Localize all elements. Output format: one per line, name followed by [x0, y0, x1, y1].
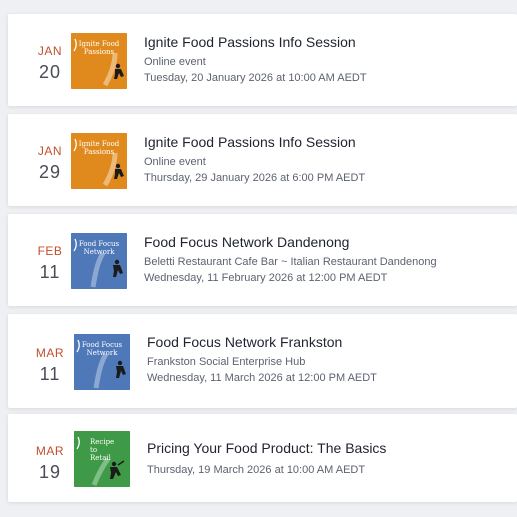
event-day: 29	[38, 162, 62, 182]
event-day: 20	[38, 62, 62, 82]
event-location: Beletti Restaurant Cafe Bar ~ Italian Re…	[144, 256, 437, 268]
event-day: 11	[39, 364, 61, 384]
event-month: FEB	[37, 244, 63, 258]
event-title[interactable]: Food Focus Network Dandenong	[144, 234, 437, 251]
event-location: Online event	[144, 156, 206, 168]
event-card-food-focus-dandenong[interactable]: FEB 11 Food Focus Network Food Focus Net…	[8, 214, 517, 306]
event-month: MAR	[35, 444, 65, 458]
thumb-text: Food Focus Network	[81, 341, 123, 357]
event-month: JAN	[37, 44, 63, 58]
event-info: Food Focus Network Frankston Frankston S…	[147, 334, 377, 385]
event-datetime: Wednesday, 11 February 2026 at 12:00 PM …	[144, 272, 388, 284]
event-card-ignite-jan-20[interactable]: JAN 20 Ignite Food Passions Ignite Food …	[8, 14, 517, 106]
event-date: FEB 11	[30, 244, 70, 283]
event-card-food-focus-frankston[interactable]: MAR 11 Food Focus Network Food Focus Net…	[8, 314, 517, 408]
event-location: Frankston Social Enterprise Hub	[147, 356, 306, 368]
event-title[interactable]: Ignite Food Passions Info Session	[144, 34, 367, 51]
event-title[interactable]: Ignite Food Passions Info Session	[144, 134, 365, 151]
event-month: MAR	[35, 346, 65, 360]
event-thumbnail[interactable]: Food Focus Network	[74, 334, 130, 390]
event-thumbnail[interactable]: Food Focus Network	[71, 233, 127, 289]
event-thumbnail[interactable]: Ignite Food Passions	[71, 133, 127, 189]
event-info: Food Focus Network Dandenong Beletti Res…	[144, 234, 437, 285]
event-day: 11	[39, 262, 61, 282]
event-date: MAR 11	[30, 346, 70, 385]
event-date: MAR 19	[30, 444, 70, 483]
event-info: Ignite Food Passions Info Session Online…	[144, 34, 367, 85]
event-location: Online event	[144, 56, 206, 68]
event-card-pricing-food-product[interactable]: MAR 19 Recipe to Retail Pricing Your Foo…	[8, 414, 517, 502]
event-thumbnail[interactable]: Ignite Food Passions	[71, 33, 127, 89]
event-datetime: Wednesday, 11 March 2026 at 12:00 PM AED…	[147, 372, 377, 384]
event-info: Pricing Your Food Product: The Basics Th…	[147, 440, 386, 477]
event-datetime: Tuesday, 20 January 2026 at 10:00 AM AED…	[144, 72, 367, 84]
event-day: 19	[38, 462, 62, 482]
event-title[interactable]: Food Focus Network Frankston	[147, 334, 377, 351]
event-date: JAN 29	[30, 144, 70, 183]
thumb-text: Ignite Food Passions	[78, 40, 120, 56]
event-datetime: Thursday, 29 January 2026 at 6:00 PM AED…	[144, 172, 366, 184]
event-card-ignite-jan-29[interactable]: JAN 29 Ignite Food Passions Ignite Food …	[8, 114, 517, 206]
thumb-text: Recipe to Retail	[90, 438, 115, 462]
event-datetime: Thursday, 19 March 2026 at 10:00 AM AEDT	[147, 464, 366, 476]
event-month: JAN	[37, 144, 63, 158]
event-date: JAN 20	[30, 44, 70, 83]
event-info: Ignite Food Passions Info Session Online…	[144, 134, 365, 185]
event-thumbnail[interactable]: Recipe to Retail	[74, 431, 130, 487]
thumb-text: Ignite Food Passions	[78, 140, 120, 156]
thumb-text: Food Focus Network	[78, 240, 120, 256]
event-title[interactable]: Pricing Your Food Product: The Basics	[147, 440, 386, 457]
